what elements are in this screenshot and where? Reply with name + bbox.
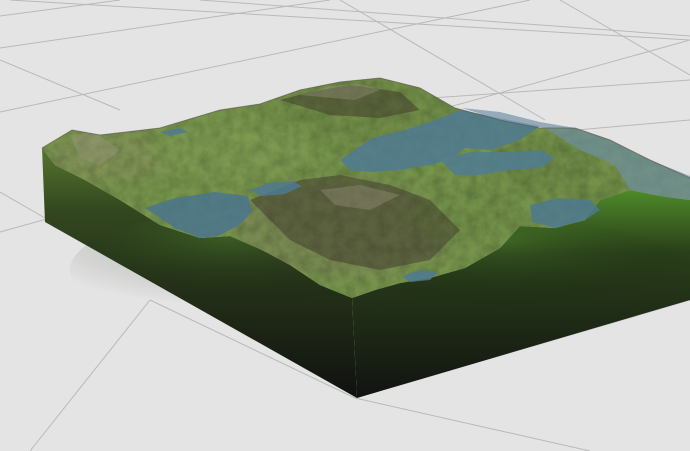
terrain-scene[interactable] [0, 0, 690, 451]
3d-viewport[interactable] [0, 0, 690, 451]
